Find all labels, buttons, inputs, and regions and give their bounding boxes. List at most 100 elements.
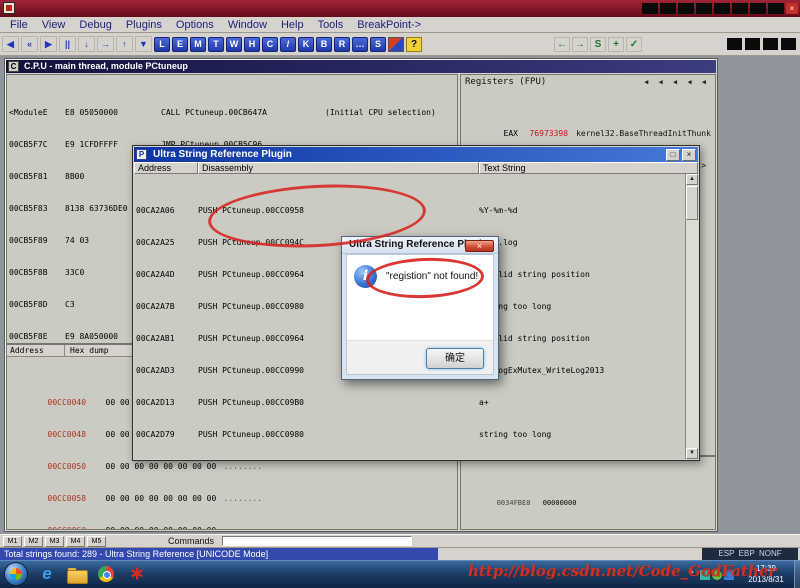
ie-icon[interactable]: e — [34, 562, 60, 586]
watermark: http://blog.csdn.net/Code_GodFather — [468, 562, 777, 580]
toolbar-icon[interactable]: ↓ — [78, 36, 95, 52]
stack-row[interactable]: 0034FBEC00000000 — [463, 523, 715, 529]
stack-address: 0034FBE8 — [496, 499, 531, 507]
toolbar-letter-button[interactable]: H — [244, 36, 260, 52]
scroll-up-icon[interactable]: ▲ — [686, 174, 698, 185]
cpu-window-title-bar[interactable]: C.P.U - main thread, module PCtuneup — [6, 60, 716, 73]
close-icon[interactable]: × — [786, 3, 798, 14]
help-icon[interactable]: ? — [406, 36, 422, 52]
toolbar-letter-button[interactable]: … — [352, 36, 368, 52]
dump-bytes: 00 00 00 00 00 00 00 00 — [105, 494, 217, 503]
main-title-bar[interactable]: × — [0, 0, 800, 17]
menu-item[interactable]: Debug — [72, 17, 118, 33]
caption-block — [750, 3, 766, 14]
hex-dump-row[interactable]: 00CC006000 00 00 00 00 00 00 00........ — [9, 519, 263, 530]
dump-ascii: ........ — [223, 462, 263, 471]
show-desktop-button[interactable] — [794, 560, 800, 588]
plugin-window-icon: P — [136, 149, 147, 160]
toolbar-icon[interactable]: ▶ — [40, 36, 57, 52]
folder-icon[interactable] — [64, 562, 90, 586]
toolbar-icon[interactable]: ↑ — [116, 36, 133, 52]
dump-ascii: ........ — [223, 494, 263, 503]
toolbar-letter-button[interactable]: L — [154, 36, 170, 52]
string-text: a+ — [479, 398, 489, 407]
toolbar-letter-button[interactable]: R — [334, 36, 350, 52]
scrollbar[interactable]: ▲ ▼ — [685, 174, 698, 459]
stack-pane[interactable]: 0034FBE8 00000000 0034FBEC00000000 0034FB… — [460, 456, 716, 530]
toolbar-icon[interactable]: → — [97, 36, 114, 52]
string-text: %s%s.log — [479, 239, 685, 247]
string-reference-row[interactable]: 00CA2D13 PUSH PCtuneup.00CC09B0 a+ — [136, 399, 685, 407]
pane-tab[interactable]: M2 — [24, 535, 43, 547]
tool-icon[interactable]: ∗ — [124, 562, 150, 586]
disassembly-row[interactable]: <ModuleE E8 05050000 CALL PCtuneup.00CB647… — [9, 109, 455, 117]
toolbar-icon[interactable]: « — [21, 36, 38, 52]
browser-icon[interactable] — [94, 562, 120, 586]
string-address: 00CA2A25 — [136, 238, 175, 247]
caption-block — [642, 3, 658, 14]
column-header-text-string[interactable]: Text String — [479, 162, 698, 174]
string-reference-row[interactable]: 00CA2D79 PUSH PCtuneup.00CC0980 string too… — [136, 431, 685, 439]
toolbar-letter-button[interactable]: M — [190, 36, 206, 52]
toolbar-plugin-icon[interactable]: ✓ — [626, 36, 642, 52]
dump-ascii: ........ — [224, 526, 263, 530]
toolbar-plugin-icon[interactable]: + — [608, 36, 624, 52]
menu-item[interactable]: Options — [169, 17, 221, 33]
string-address: 00CA2AD3 — [136, 366, 175, 375]
dump-address: 00CC0058 — [47, 494, 87, 503]
caption-block — [732, 3, 748, 14]
toolbar-plugin-icon[interactable]: S — [590, 36, 606, 52]
windows-flag-icon — [10, 568, 22, 580]
string-text: invalid string position — [479, 270, 590, 279]
toolbar-letter-group: L E M T W H C / K B R… S — [154, 36, 386, 52]
toolbar-letter-button[interactable]: B — [316, 36, 332, 52]
menu-item[interactable]: Window — [221, 17, 274, 33]
pane-tab[interactable]: M5 — [87, 535, 106, 547]
hex-dump-row[interactable]: 00CC0058 00 00 00 00 00 00 00 00........ — [9, 487, 263, 503]
stack-row[interactable]: 0034FBE8 00000000 — [463, 491, 715, 507]
toolbar-icon[interactable]: || — [59, 36, 76, 52]
close-icon[interactable]: × — [682, 149, 696, 161]
toolbar-letter-button[interactable]: / — [280, 36, 296, 52]
toolbar-letter-button[interactable]: W — [226, 36, 242, 52]
pane-tab[interactable]: M1 — [3, 535, 22, 547]
plugin-column-headers: Address Disassembly Text String — [134, 162, 698, 174]
register-row[interactable]: EAX 76973398 kernel32.BaseThreadInitThunk — [465, 122, 711, 138]
menu-item[interactable]: BreakPoint-> — [350, 17, 428, 33]
toolbar-icon[interactable]: ◀ — [2, 36, 19, 52]
ok-button[interactable]: 确定 — [426, 348, 484, 369]
registers-arrows-icon[interactable]: ◀ ◀ ◀ ◀ ◀ — [644, 78, 709, 86]
register-value: 76973398 — [529, 129, 569, 138]
column-header-address[interactable]: Address — [134, 162, 198, 174]
toolbar-letter-button[interactable]: E — [172, 36, 188, 52]
close-icon[interactable]: × — [465, 240, 494, 252]
column-header-disassembly[interactable]: Disassembly — [198, 162, 479, 174]
menu-item[interactable]: View — [35, 17, 73, 33]
toolbar-plugin-icon[interactable]: → — [572, 36, 588, 52]
string-text: ELELogExMutex_WriteLog2013 — [479, 366, 605, 375]
toolbar-letter-button[interactable]: C — [262, 36, 278, 52]
register-name: EAX — [503, 129, 518, 138]
dump-col-address: Address — [7, 345, 65, 357]
toolbar-letter-button[interactable]: S — [370, 36, 386, 52]
toolbar-letter-button[interactable]: K — [298, 36, 314, 52]
string-address: 00CA2A4D — [136, 270, 175, 279]
menu-item[interactable]: Tools — [311, 17, 351, 33]
toolbar-icon[interactable]: ▼ — [135, 36, 152, 52]
menu-item[interactable]: File — [3, 17, 35, 33]
caption-block — [660, 3, 676, 14]
pane-tab[interactable]: M4 — [66, 535, 85, 547]
scroll-down-icon[interactable]: ▼ — [686, 448, 698, 459]
stack-value: 00000000 — [542, 499, 577, 507]
maximize-icon[interactable]: □ — [666, 149, 680, 161]
menu-item[interactable]: Help — [274, 17, 311, 33]
pane-tab[interactable]: M3 — [45, 535, 64, 547]
options-icon[interactable] — [388, 36, 404, 52]
toolbar-plugin-icon[interactable]: ← — [554, 36, 570, 52]
menu-item[interactable]: Plugins — [119, 17, 169, 33]
registers-header: Registers (FPU) — [465, 77, 547, 87]
scrollbar-thumb[interactable] — [686, 186, 698, 220]
plugin-title-bar[interactable]: Ultra String Reference Plugin — [134, 147, 698, 162]
toolbar-letter-button[interactable]: T — [208, 36, 224, 52]
command-input[interactable] — [222, 536, 413, 546]
